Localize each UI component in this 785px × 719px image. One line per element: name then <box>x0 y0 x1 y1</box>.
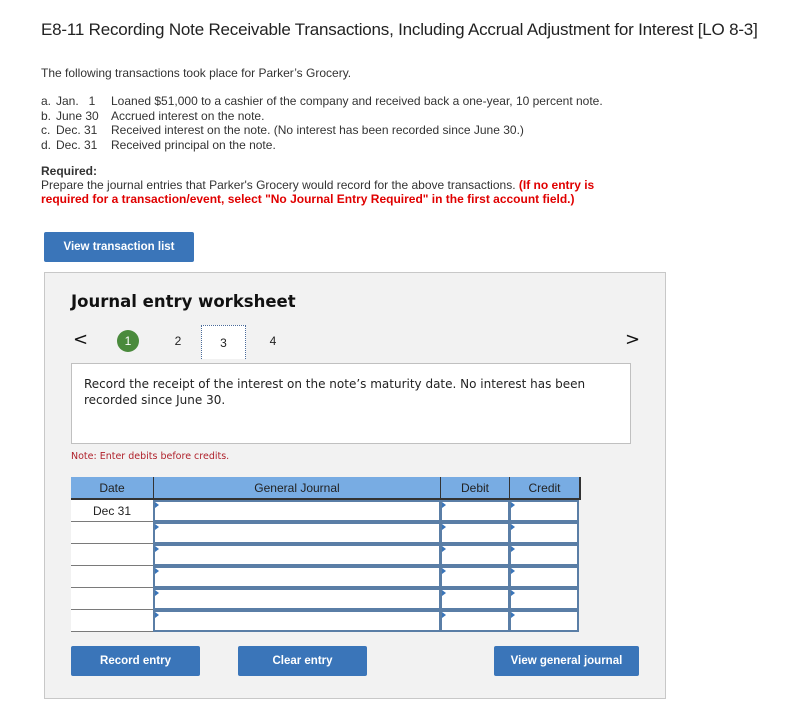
date-cell <box>71 544 154 566</box>
transaction-desc: Received principal on the note. <box>111 137 276 152</box>
step-3-current[interactable]: 3 <box>201 325 246 359</box>
debit-input[interactable] <box>440 588 510 610</box>
journal-row <box>71 588 581 610</box>
journal-row <box>71 566 581 588</box>
transaction-letter: d. <box>41 137 52 152</box>
credit-input[interactable] <box>509 544 579 566</box>
entry-prompt: Record the receipt of the interest on th… <box>71 363 631 444</box>
transaction-item: b. June 30 Accrued interest on the note. <box>41 109 603 124</box>
transaction-item: a. Jan. 1 Loaned $51,000 to a cashier of… <box>41 94 603 109</box>
header-date: Date <box>71 477 154 498</box>
clear-entry-button[interactable]: Clear entry <box>238 646 367 676</box>
intro-text: The following transactions took place fo… <box>41 66 352 80</box>
record-entry-button[interactable]: Record entry <box>71 646 200 676</box>
credit-input[interactable] <box>509 500 579 522</box>
header-debit: Debit <box>441 477 510 498</box>
journal-entry-worksheet: Journal entry worksheet < 1 2 3 4 > Reco… <box>44 272 666 699</box>
transaction-list: a. Jan. 1 Loaned $51,000 to a cashier of… <box>41 94 603 152</box>
chevron-left-icon[interactable]: < <box>73 329 88 350</box>
header-general-journal: General Journal <box>154 477 441 498</box>
transaction-letter: a. <box>41 94 52 108</box>
transaction-date: Dec. 31 <box>56 123 98 137</box>
view-general-journal-button[interactable]: View general journal <box>494 646 639 676</box>
transaction-desc: Loaned $51,000 to a cashier of the compa… <box>111 94 603 108</box>
transaction-desc: Accrued interest on the note. <box>111 108 265 123</box>
header-credit: Credit <box>510 477 581 498</box>
debit-input[interactable] <box>440 522 510 544</box>
debit-input[interactable] <box>440 500 510 522</box>
debit-input[interactable] <box>440 610 510 632</box>
debits-note: Note: Enter debits before credits. <box>71 451 230 462</box>
credit-input[interactable] <box>509 610 579 632</box>
account-input[interactable] <box>153 610 441 632</box>
date-cell <box>71 588 154 610</box>
required-label: Required: <box>41 164 98 178</box>
transaction-date: June 30 <box>56 108 99 123</box>
account-input[interactable] <box>153 588 441 610</box>
step-2[interactable]: 2 <box>167 330 189 352</box>
journal-table: Date General Journal Debit Credit Dec 31 <box>71 477 581 632</box>
credit-input[interactable] <box>509 588 579 610</box>
account-input[interactable] <box>153 522 441 544</box>
credit-input[interactable] <box>509 566 579 588</box>
account-input[interactable] <box>153 566 441 588</box>
view-transaction-list-button[interactable]: View transaction list <box>44 232 194 262</box>
step-1-completed[interactable]: 1 <box>117 330 139 352</box>
journal-row <box>71 544 581 566</box>
transaction-desc: Received interest on the note. (No inter… <box>111 123 524 137</box>
date-cell: Dec 31 <box>71 500 154 522</box>
page-title: E8-11 Recording Note Receivable Transact… <box>41 20 758 39</box>
transaction-item: c. Dec. 31 Received interest on the note… <box>41 123 603 138</box>
transaction-item: d. Dec. 31 Received principal on the not… <box>41 138 603 153</box>
worksheet-title: Journal entry worksheet <box>71 292 296 311</box>
journal-row <box>71 610 581 632</box>
transaction-letter: c. <box>41 123 51 137</box>
account-input[interactable] <box>153 544 441 566</box>
journal-row <box>71 522 581 544</box>
date-cell <box>71 522 154 544</box>
debit-input[interactable] <box>440 566 510 588</box>
transaction-date: Dec. 31 <box>56 137 98 152</box>
required-section: Required: Prepare the journal entries th… <box>41 164 641 206</box>
debit-input[interactable] <box>440 544 510 566</box>
step-4[interactable]: 4 <box>262 330 284 352</box>
journal-row: Dec 31 <box>71 500 581 522</box>
transaction-letter: b. <box>41 108 52 123</box>
date-cell <box>71 566 154 588</box>
date-cell <box>71 610 154 632</box>
required-text: Prepare the journal entries that Parker'… <box>41 178 519 192</box>
account-input[interactable] <box>153 500 441 522</box>
chevron-right-icon[interactable]: > <box>625 329 640 350</box>
journal-header-row: Date General Journal Debit Credit <box>71 477 581 500</box>
credit-input[interactable] <box>509 522 579 544</box>
transaction-date: Jan. 1 <box>56 94 96 108</box>
